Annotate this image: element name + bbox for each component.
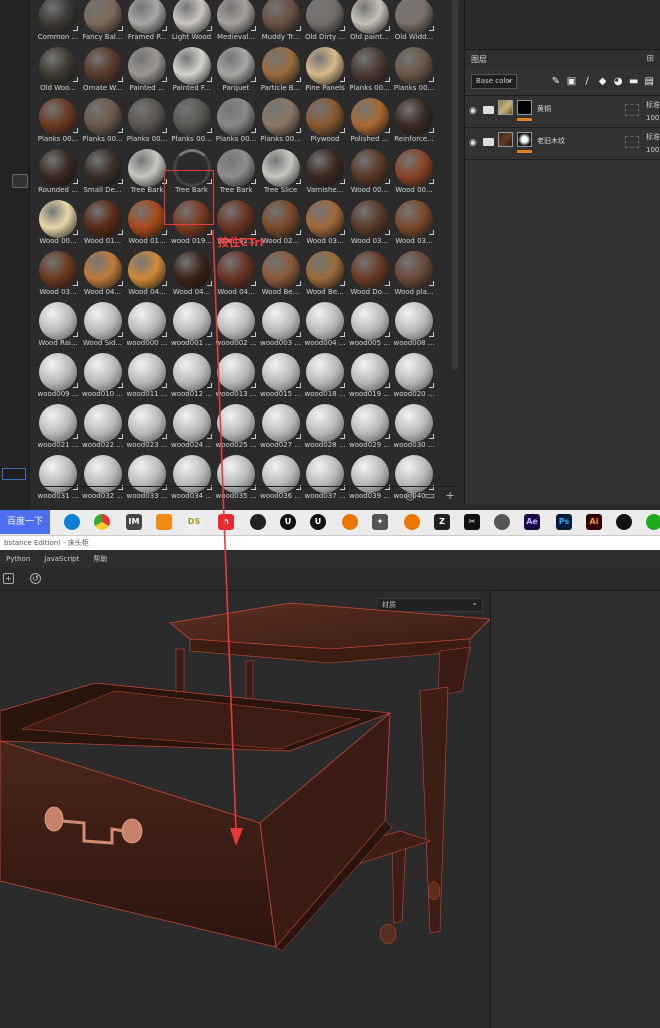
screenshot-root: Common ... Fancy Bal... Framed P... Light W…: [0, 0, 660, 1028]
drag-arrow: [212, 229, 243, 846]
